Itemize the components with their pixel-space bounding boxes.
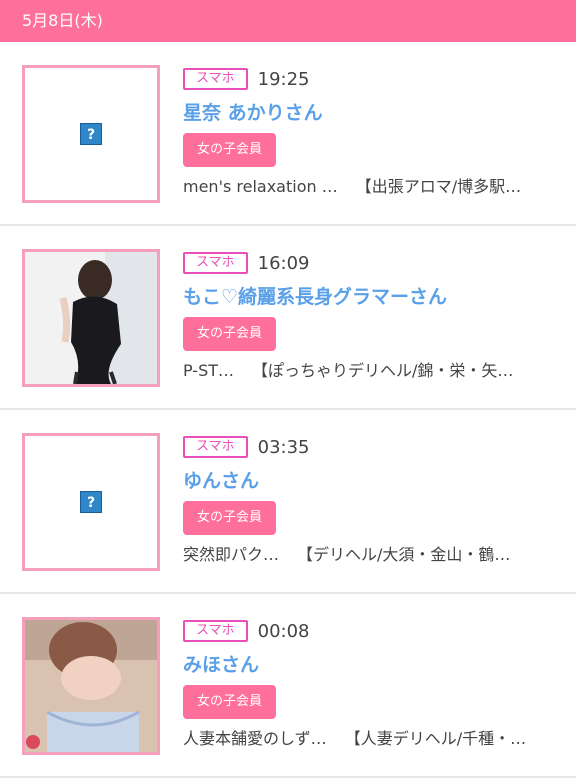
shop-category: 【デリヘル/大須・金山・鶴…	[297, 545, 511, 564]
shop-name: men's relaxation …	[183, 177, 338, 196]
list-item[interactable]: スマホ 16:09 もこ♡綺麗系長身グラマーさん 女の子会員 P-ST… 【ぽっち…	[0, 226, 576, 410]
post-time: 16:09	[257, 252, 310, 274]
shop-info[interactable]: men's relaxation … 【出張アロマ/博多駅…	[183, 175, 558, 199]
member-type-badge: 女の子会員	[183, 317, 277, 351]
shop-name: 突然即パク…	[183, 545, 280, 564]
profile-photo	[25, 252, 157, 384]
profile-photo	[25, 620, 157, 752]
broken-image-icon: ?	[80, 491, 102, 513]
member-type-badge: 女の子会員	[183, 501, 277, 535]
profile-thumbnail[interactable]	[22, 617, 160, 755]
shop-info[interactable]: 突然即パク… 【デリヘル/大須・金山・鶴…	[183, 543, 558, 567]
post-time: 00:08	[257, 620, 310, 642]
member-type-badge: 女の子会員	[183, 133, 277, 167]
list-item[interactable]: スマホ 00:08 みほさん 女の子会員 人妻本舗愛のしず… 【人妻デリヘル/千種…	[0, 594, 576, 778]
device-badge: スマホ	[183, 436, 248, 458]
date-header: 5月8日(木)	[0, 0, 576, 42]
shop-name: 人妻本舗愛のしず…	[183, 729, 327, 748]
profile-thumbnail[interactable]: ?	[22, 65, 160, 203]
member-name-link[interactable]: 星奈 あかりさん	[183, 99, 566, 127]
list-item[interactable]: ? スマホ 19:25 星奈 あかりさん 女の子会員 men's relaxat…	[0, 42, 576, 226]
shop-category: 【出張アロマ/博多駅…	[355, 177, 522, 196]
shop-info[interactable]: P-ST… 【ぽっちゃりデリヘル/錦・栄・矢…	[183, 359, 558, 383]
post-list: ? スマホ 19:25 星奈 あかりさん 女の子会員 men's relaxat…	[0, 42, 576, 778]
device-badge: スマホ	[183, 68, 248, 90]
shop-name: P-ST…	[183, 361, 234, 380]
member-name-link[interactable]: もこ♡綺麗系長身グラマーさん	[183, 283, 566, 311]
shop-category: 【ぽっちゃりデリヘル/錦・栄・矢…	[252, 361, 514, 380]
member-name-link[interactable]: みほさん	[183, 651, 566, 679]
post-time: 19:25	[257, 68, 310, 90]
profile-thumbnail[interactable]	[22, 249, 160, 387]
post-time: 03:35	[257, 436, 310, 458]
shop-category: 【人妻デリヘル/千種・…	[344, 729, 527, 748]
member-name-link[interactable]: ゆんさん	[183, 467, 566, 495]
device-badge: スマホ	[183, 620, 248, 642]
broken-image-icon: ?	[80, 123, 102, 145]
device-badge: スマホ	[183, 252, 248, 274]
shop-info[interactable]: 人妻本舗愛のしず… 【人妻デリヘル/千種・…	[183, 727, 558, 751]
profile-thumbnail[interactable]: ?	[22, 433, 160, 571]
member-type-badge: 女の子会員	[183, 685, 277, 719]
list-item[interactable]: ? スマホ 03:35 ゆんさん 女の子会員 突然即パク… 【デリヘル/大須・金山…	[0, 410, 576, 594]
